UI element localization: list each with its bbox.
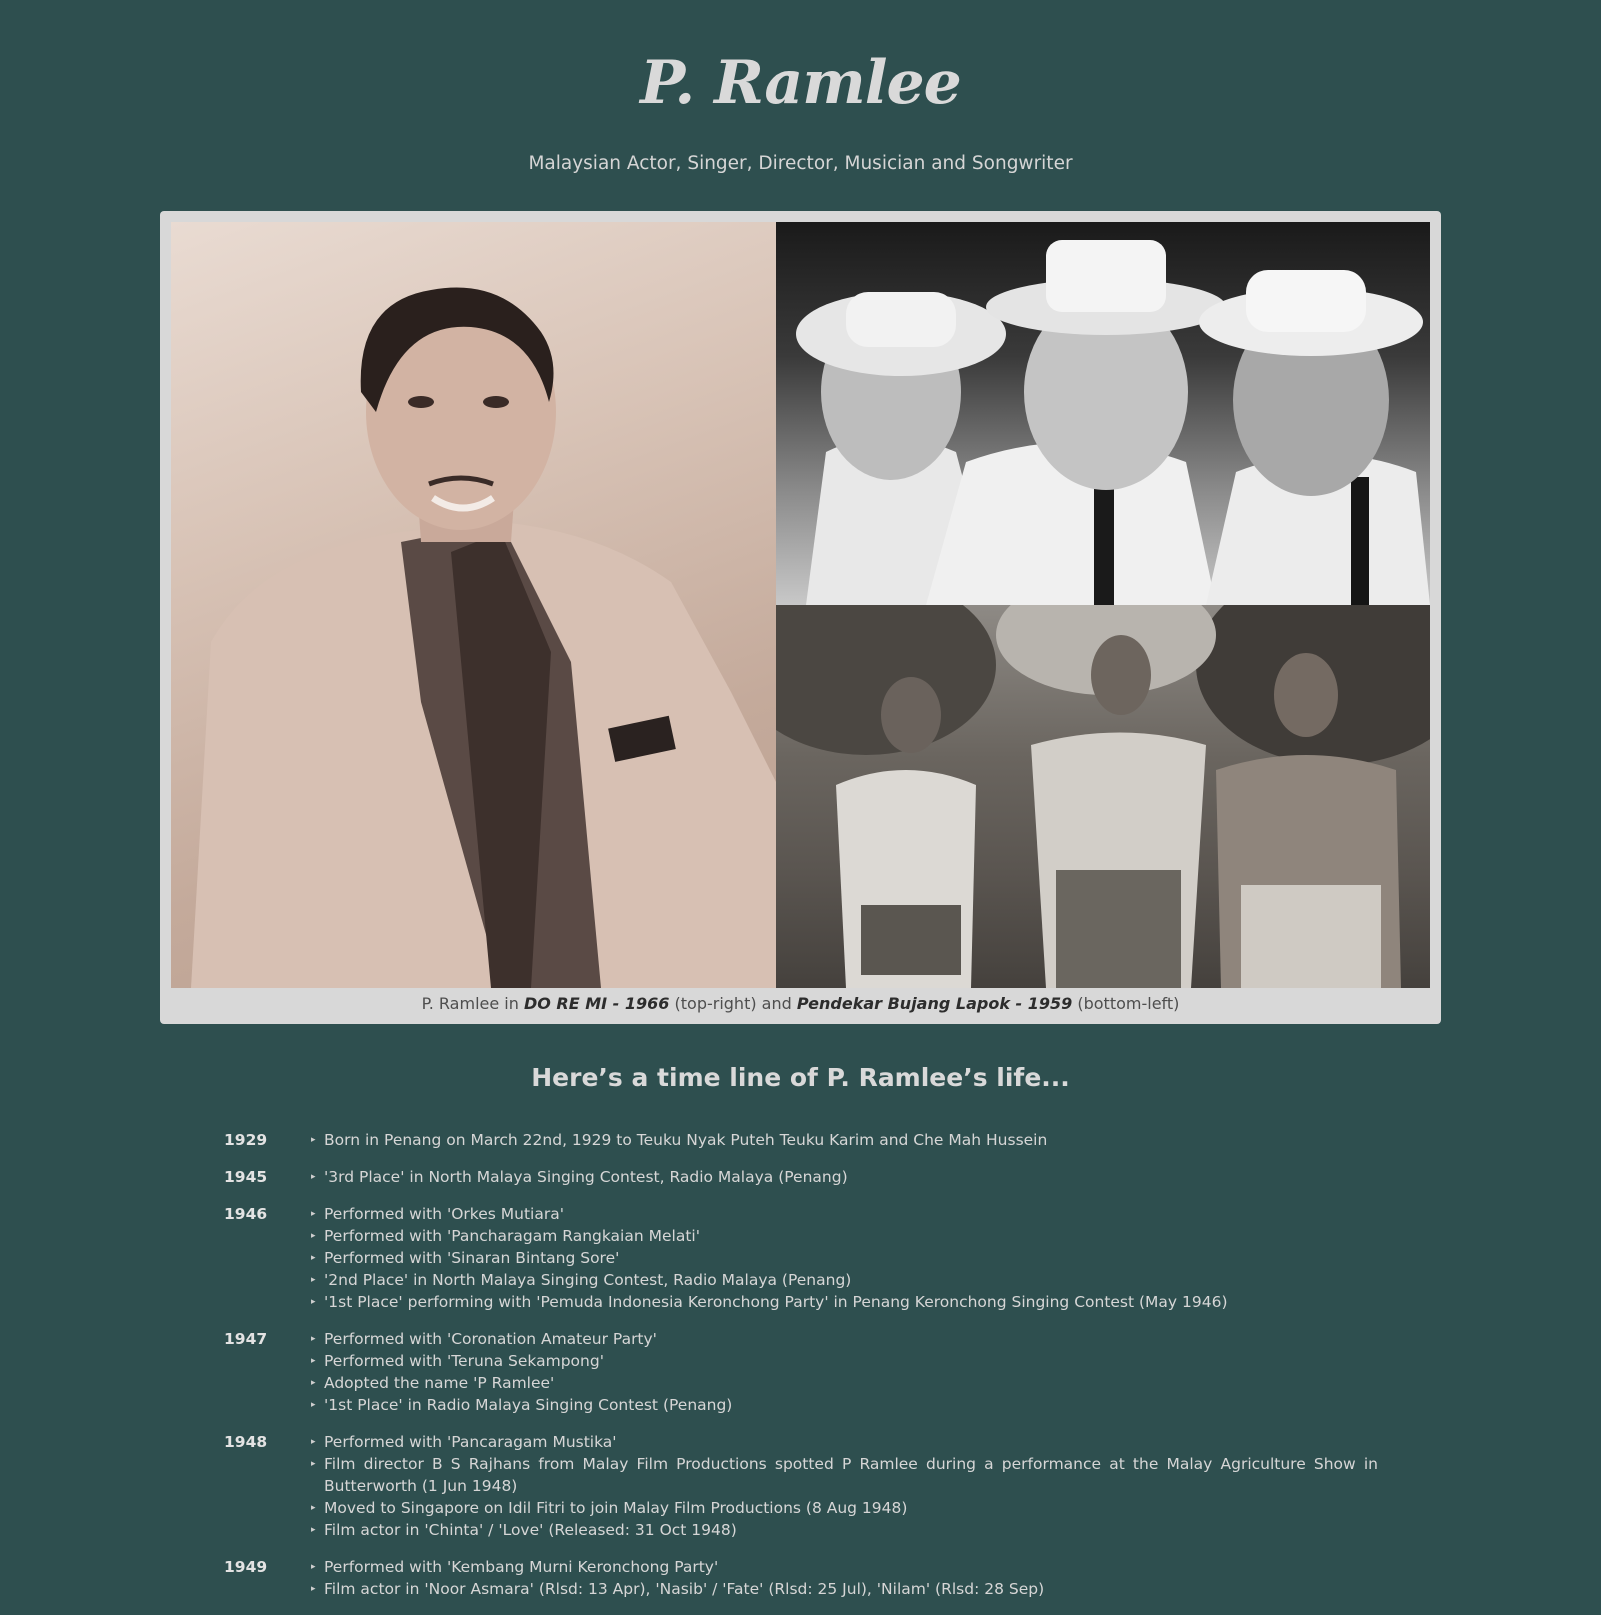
timeline-event: Performed with 'Pancharagam Rangkaian Me… — [311, 1225, 1378, 1247]
portrait-illustration — [191, 287, 776, 988]
timeline-event: Performed with 'Coronation Amateur Party… — [311, 1328, 1378, 1350]
caption-prefix: P. Ramlee in — [421, 994, 524, 1013]
caption-film-pendekar: Pendekar Bujang Lapok - 1959 — [796, 994, 1073, 1013]
do-re-mi-illustration — [796, 240, 1430, 605]
timeline-heading: Here’s a time line of P. Ramlee’s life..… — [531, 1063, 1070, 1092]
timeline-year-row: 1945 '3rd Place' in North Malaya Singing… — [224, 1166, 1378, 1188]
timeline-event: Film actor in 'Noor Asmara' (Rlsd: 13 Ap… — [311, 1578, 1378, 1600]
photo-figure: P. Ramlee in DO RE MI - 1966 (top-right)… — [160, 211, 1441, 1024]
caption-middle: (top-right) and — [669, 994, 797, 1013]
timeline-events: '3rd Place' in North Malaya Singing Cont… — [308, 1166, 1378, 1188]
timeline-event: Performed with 'Sinaran Bintang Sore' — [311, 1247, 1378, 1269]
timeline-event: Moved to Singapore on Idil Fitri to join… — [311, 1497, 1378, 1519]
timeline-event: Film actor in 'Chinta' / 'Love' (Release… — [311, 1519, 1378, 1541]
do-re-mi-photo — [776, 222, 1430, 605]
timeline-events: Born in Penang on March 22nd, 1929 to Te… — [308, 1129, 1378, 1151]
timeline-event: '3rd Place' in North Malaya Singing Cont… — [311, 1166, 1378, 1188]
timeline-event: '1st Place' in Radio Malaya Singing Cont… — [311, 1394, 1378, 1416]
page-subtitle: Malaysian Actor, Singer, Director, Music… — [528, 153, 1073, 174]
timeline-event: '1st Place' performing with 'Pemuda Indo… — [311, 1291, 1378, 1313]
timeline-events: Performed with 'Pancaragam Mustika' Film… — [308, 1431, 1378, 1541]
timeline-year-row: 1946 Performed with 'Orkes Mutiara' Perf… — [224, 1203, 1378, 1313]
caption-film-do-re-mi: DO RE MI - 1966 — [523, 994, 670, 1013]
timeline-events: Performed with 'Coronation Amateur Party… — [308, 1328, 1378, 1416]
timeline-event: Performed with 'Teruna Sekampong' — [311, 1350, 1378, 1372]
caption-suffix: (bottom-left) — [1072, 994, 1180, 1013]
timeline-event: Performed with 'Pancaragam Mustika' — [311, 1431, 1378, 1453]
timeline-year: 1947 — [224, 1330, 268, 1348]
timeline-event: '2nd Place' in North Malaya Singing Cont… — [311, 1269, 1378, 1291]
timeline-event: Born in Penang on March 22nd, 1929 to Te… — [311, 1129, 1378, 1151]
timeline-event: Performed with 'Kembang Murni Keronchong… — [311, 1556, 1378, 1578]
timeline-event: Performed with 'Orkes Mutiara' — [311, 1203, 1378, 1225]
timeline-year: 1948 — [224, 1433, 268, 1451]
timeline-year-row: 1948 Performed with 'Pancaragam Mustika'… — [224, 1431, 1378, 1541]
pendekar-bujang-lapok-photo — [776, 605, 1430, 988]
timeline-year: 1945 — [224, 1168, 268, 1186]
timeline-year-row: 1947 Performed with 'Coronation Amateur … — [224, 1328, 1378, 1416]
timeline: 1929 Born in Penang on March 22nd, 1929 … — [224, 1129, 1378, 1615]
timeline-event: Adopted the name 'P Ramlee' — [311, 1372, 1378, 1394]
timeline-year-row: 1949 Performed with 'Kembang Murni Keron… — [224, 1556, 1378, 1600]
pendekar-illustration — [776, 605, 1430, 988]
timeline-events: Performed with 'Kembang Murni Keronchong… — [308, 1556, 1378, 1600]
timeline-year-row: 1929 Born in Penang on March 22nd, 1929 … — [224, 1129, 1378, 1151]
timeline-year: 1946 — [224, 1205, 268, 1223]
timeline-events: Performed with 'Orkes Mutiara' Performed… — [308, 1203, 1378, 1313]
timeline-event: Film director B S Rajhans from Malay Fil… — [311, 1453, 1378, 1497]
timeline-year: 1949 — [224, 1558, 268, 1576]
page-title: P. Ramlee — [640, 48, 962, 118]
figure-caption: P. Ramlee in DO RE MI - 1966 (top-right)… — [160, 994, 1441, 1013]
timeline-year: 1929 — [224, 1131, 268, 1149]
portrait-photo — [171, 222, 776, 988]
